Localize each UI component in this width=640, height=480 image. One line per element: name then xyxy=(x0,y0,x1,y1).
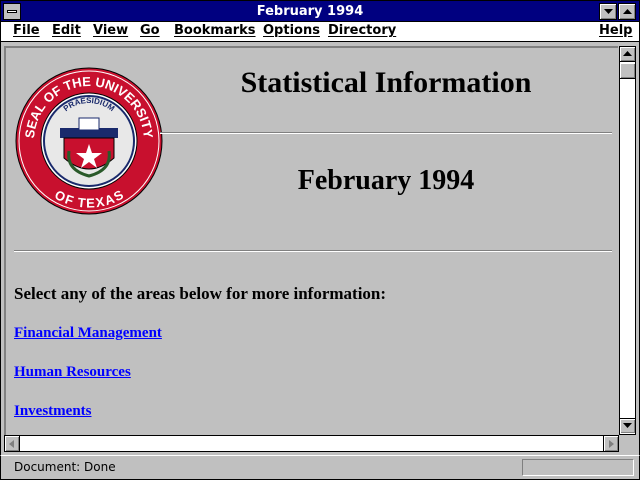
menu-options[interactable]: Options xyxy=(263,23,320,38)
university-seal-logo: SEAL OF THE UNIVERSITY OF TEXAS PRAESIDI… xyxy=(15,67,163,215)
status-text: Document: Done xyxy=(14,460,116,474)
minimize-button[interactable] xyxy=(599,3,617,20)
scrollbar-corner xyxy=(619,435,636,452)
progress-indicator xyxy=(522,459,634,476)
scroll-right-button[interactable] xyxy=(603,436,618,451)
divider xyxy=(14,250,612,252)
maximize-icon xyxy=(623,9,632,14)
scroll-left-button[interactable] xyxy=(5,436,20,451)
menu-go[interactable]: Go xyxy=(140,23,160,38)
link-human-resources[interactable]: Human Resources xyxy=(14,364,131,381)
menu-view[interactable]: View xyxy=(93,23,128,38)
status-bar: Document: Done xyxy=(0,455,640,480)
menu-file[interactable]: File xyxy=(13,23,40,38)
page-title: Statistical Information xyxy=(240,66,532,99)
scroll-right-icon xyxy=(609,440,614,448)
vertical-scroll-thumb[interactable] xyxy=(620,63,635,79)
document-view: SEAL OF THE UNIVERSITY OF TEXAS PRAESIDI… xyxy=(4,46,618,436)
system-menu-icon[interactable] xyxy=(3,3,21,20)
title-bar[interactable]: February 1994 xyxy=(0,0,640,22)
vertical-scrollbar[interactable] xyxy=(619,46,636,435)
menu-bar: File Edit View Go Bookmarks Options Dire… xyxy=(0,22,640,42)
minimize-icon xyxy=(604,9,613,14)
scroll-down-button[interactable] xyxy=(620,418,635,433)
window-title: February 1994 xyxy=(256,4,364,19)
link-financial-management[interactable]: Financial Management xyxy=(14,325,162,342)
scroll-down-icon xyxy=(623,423,632,428)
menu-edit[interactable]: Edit xyxy=(52,23,81,38)
horizontal-scrollbar[interactable] xyxy=(4,435,619,452)
divider xyxy=(160,132,612,134)
scroll-up-button[interactable] xyxy=(620,47,635,62)
maximize-button[interactable] xyxy=(618,3,636,20)
scroll-up-icon xyxy=(623,51,632,56)
menu-bookmarks[interactable]: Bookmarks xyxy=(174,23,256,38)
link-investments[interactable]: Investments xyxy=(14,403,92,420)
intro-text: Select any of the areas below for more i… xyxy=(14,284,387,303)
page-subtitle: February 1994 xyxy=(297,165,475,196)
menu-help[interactable]: Help xyxy=(599,23,632,38)
menu-directory[interactable]: Directory xyxy=(328,23,396,38)
scroll-left-icon xyxy=(9,440,14,448)
